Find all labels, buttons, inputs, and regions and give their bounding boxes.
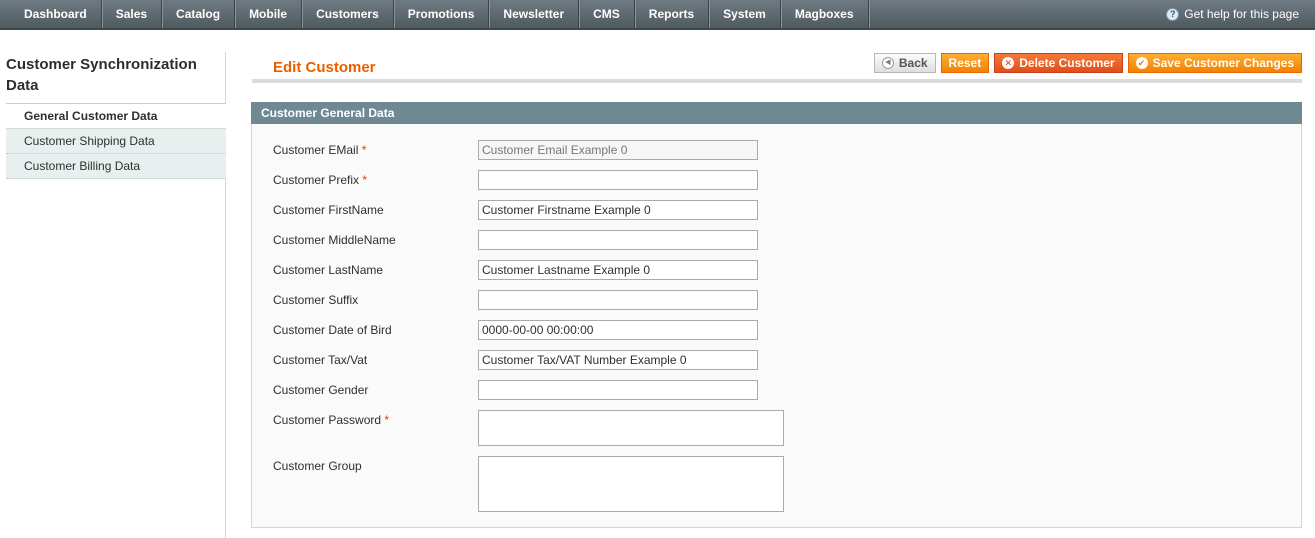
nav-mobile[interactable]: Mobile <box>235 0 303 28</box>
checkmark-icon: ✔ <box>1135 57 1148 69</box>
sidebar-tabs: General Customer Data Customer Shipping … <box>6 104 226 179</box>
delete-button-label: Delete Customer <box>1019 56 1115 70</box>
nav-catalog[interactable]: Catalog <box>162 0 236 28</box>
back-arrow-icon: ◀ <box>881 57 894 69</box>
back-button-label: Back <box>898 56 928 70</box>
save-button-label: Save Customer Changes <box>1152 56 1294 70</box>
suffix-field[interactable] <box>478 290 758 310</box>
suffix-label: Customer Suffix <box>273 293 359 307</box>
required-mark: * <box>361 143 367 157</box>
sidebar-title: Customer Synchronization Data <box>6 56 197 94</box>
middlename-label: Customer MiddleName <box>273 233 396 247</box>
help-link[interactable]: ? Get help for this page <box>1166 0 1299 28</box>
required-mark: * <box>384 413 390 427</box>
nav-newsletter[interactable]: Newsletter <box>489 0 580 28</box>
prefix-field[interactable] <box>478 170 758 190</box>
customer-general-fieldset: Customer EMail * Customer Prefix * Custo… <box>251 124 1302 528</box>
nav-magboxes[interactable]: Magboxes <box>781 0 869 28</box>
required-mark: * <box>362 173 368 187</box>
password-field[interactable] <box>478 410 784 446</box>
email-label: Customer EMail * <box>273 143 367 157</box>
delete-customer-button[interactable]: ✕ Delete Customer <box>994 53 1123 73</box>
nav-cms[interactable]: CMS <box>579 0 635 28</box>
help-label: Get help for this page <box>1184 6 1299 21</box>
gender-field[interactable] <box>478 380 758 400</box>
back-button[interactable]: ◀ Back <box>873 53 936 73</box>
page-title: Edit Customer <box>273 59 376 76</box>
taxvat-field[interactable] <box>478 350 758 370</box>
section-header: Customer General Data <box>251 102 1302 124</box>
dob-label: Customer Date of Bird <box>273 323 392 337</box>
prefix-label: Customer Prefix * <box>273 173 368 187</box>
lastname-label: Customer LastName <box>273 263 384 277</box>
tab-general-customer-data[interactable]: General Customer Data <box>6 104 226 129</box>
firstname-label: Customer FirstName <box>273 203 384 217</box>
reset-button[interactable]: Reset <box>940 53 990 73</box>
nav-system[interactable]: System <box>709 0 781 28</box>
save-customer-button[interactable]: ✔ Save Customer Changes <box>1127 53 1302 73</box>
nav-promotions[interactable]: Promotions <box>394 0 490 28</box>
firstname-field[interactable] <box>478 200 758 220</box>
tab-customer-shipping-data[interactable]: Customer Shipping Data <box>6 129 226 154</box>
email-field[interactable] <box>478 140 758 160</box>
lastname-field[interactable] <box>478 260 758 280</box>
form-buttons: ◀ Back Reset ✕ Delete Customer ✔ Save Cu… <box>873 53 1302 73</box>
dob-field[interactable] <box>478 320 758 340</box>
help-icon: ? <box>1166 7 1180 21</box>
nav-reports[interactable]: Reports <box>635 0 710 28</box>
group-field[interactable] <box>478 456 784 512</box>
delete-icon: ✕ <box>1002 57 1015 69</box>
password-label: Customer Password * <box>273 413 390 427</box>
sidebar: Customer Synchronization Data General Cu… <box>0 52 226 538</box>
nav-customers[interactable]: Customers <box>302 0 394 28</box>
tab-customer-billing-data[interactable]: Customer Billing Data <box>6 154 226 179</box>
middlename-field[interactable] <box>478 230 758 250</box>
group-label: Customer Group <box>273 459 362 473</box>
main-menu: Dashboard Sales Catalog Mobile Customers… <box>10 0 869 28</box>
reset-button-label: Reset <box>948 56 982 70</box>
top-navigation: Dashboard Sales Catalog Mobile Customers… <box>0 0 1315 30</box>
taxvat-label: Customer Tax/Vat <box>273 353 368 367</box>
nav-dashboard[interactable]: Dashboard <box>10 0 102 28</box>
gender-label: Customer Gender <box>273 383 369 397</box>
nav-sales[interactable]: Sales <box>102 0 163 28</box>
header-divider <box>252 79 1302 83</box>
